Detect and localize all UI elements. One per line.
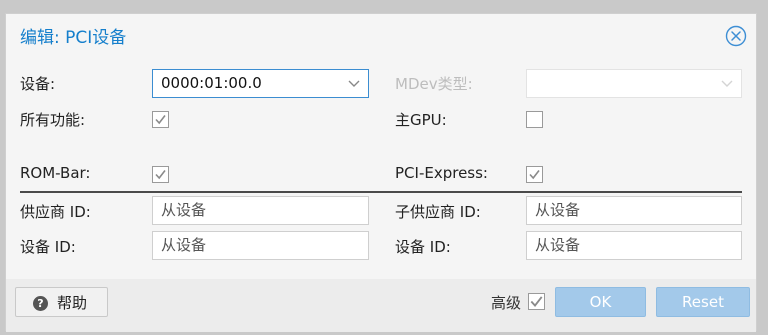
close-icon[interactable]	[725, 25, 747, 47]
dialog-body: 设备: 0000:01:00.0 MDev类型: 所有功能: 主GPU: ROM…	[6, 56, 756, 279]
pcie-label: PCI-Express:	[395, 164, 488, 182]
ok-button[interactable]: OK	[555, 287, 646, 317]
primary-gpu-checkbox[interactable]	[526, 111, 543, 128]
vendor-id-label: 供应商 ID:	[20, 203, 91, 221]
subsystem-device-id-input[interactable]: 从设备	[526, 231, 742, 260]
help-button[interactable]: ? 帮助	[15, 287, 108, 317]
device-label: 设备:	[20, 75, 56, 93]
subsystem-device-id-placeholder: 从设备	[535, 236, 581, 254]
vendor-id-placeholder: 从设备	[161, 201, 207, 219]
all-functions-checkbox[interactable]	[152, 111, 169, 128]
vendor-id-input[interactable]: 从设备	[152, 196, 369, 225]
question-icon: ?	[33, 296, 48, 311]
check-icon	[155, 115, 166, 125]
advanced-label: 高级	[491, 294, 522, 312]
help-button-label: 帮助	[57, 294, 88, 312]
device-select[interactable]: 0000:01:00.0	[152, 69, 369, 98]
rombar-checkbox[interactable]	[152, 166, 169, 183]
primary-gpu-label: 主GPU:	[395, 111, 447, 129]
reset-button[interactable]: Reset	[656, 287, 750, 317]
rombar-label: ROM-Bar:	[20, 164, 91, 182]
mdev-type-select[interactable]	[526, 69, 742, 98]
mdev-type-label: MDev类型:	[395, 75, 473, 93]
check-icon	[529, 170, 540, 180]
section-divider	[20, 191, 742, 193]
device-id-placeholder: 从设备	[161, 236, 207, 254]
subsystem-vendor-id-label: 子供应商 ID:	[395, 203, 481, 221]
dialog-title: 编辑: PCI设备	[20, 28, 127, 48]
check-icon	[155, 170, 166, 180]
device-id-input[interactable]: 从设备	[152, 231, 369, 260]
check-icon	[530, 296, 543, 307]
pcie-checkbox[interactable]	[526, 166, 543, 183]
all-functions-label: 所有功能:	[20, 111, 86, 129]
edit-pci-device-dialog: 编辑: PCI设备 设备: 0000:01:00.0 MDev类型: 所有功能:…	[5, 13, 757, 332]
subsystem-vendor-id-placeholder: 从设备	[535, 201, 581, 219]
dialog-header: 编辑: PCI设备	[6, 14, 756, 56]
advanced-checkbox[interactable]	[528, 293, 545, 310]
device-id-label: 设备 ID:	[20, 238, 76, 256]
chevron-down-icon	[721, 80, 733, 87]
subsystem-vendor-id-input[interactable]: 从设备	[526, 196, 742, 225]
device-value: 0000:01:00.0	[161, 74, 262, 92]
dialog-footer: ? 帮助 高级 OK Reset	[6, 279, 756, 332]
chevron-down-icon[interactable]	[348, 79, 360, 89]
subsystem-device-id-label: 设备 ID:	[395, 238, 451, 256]
